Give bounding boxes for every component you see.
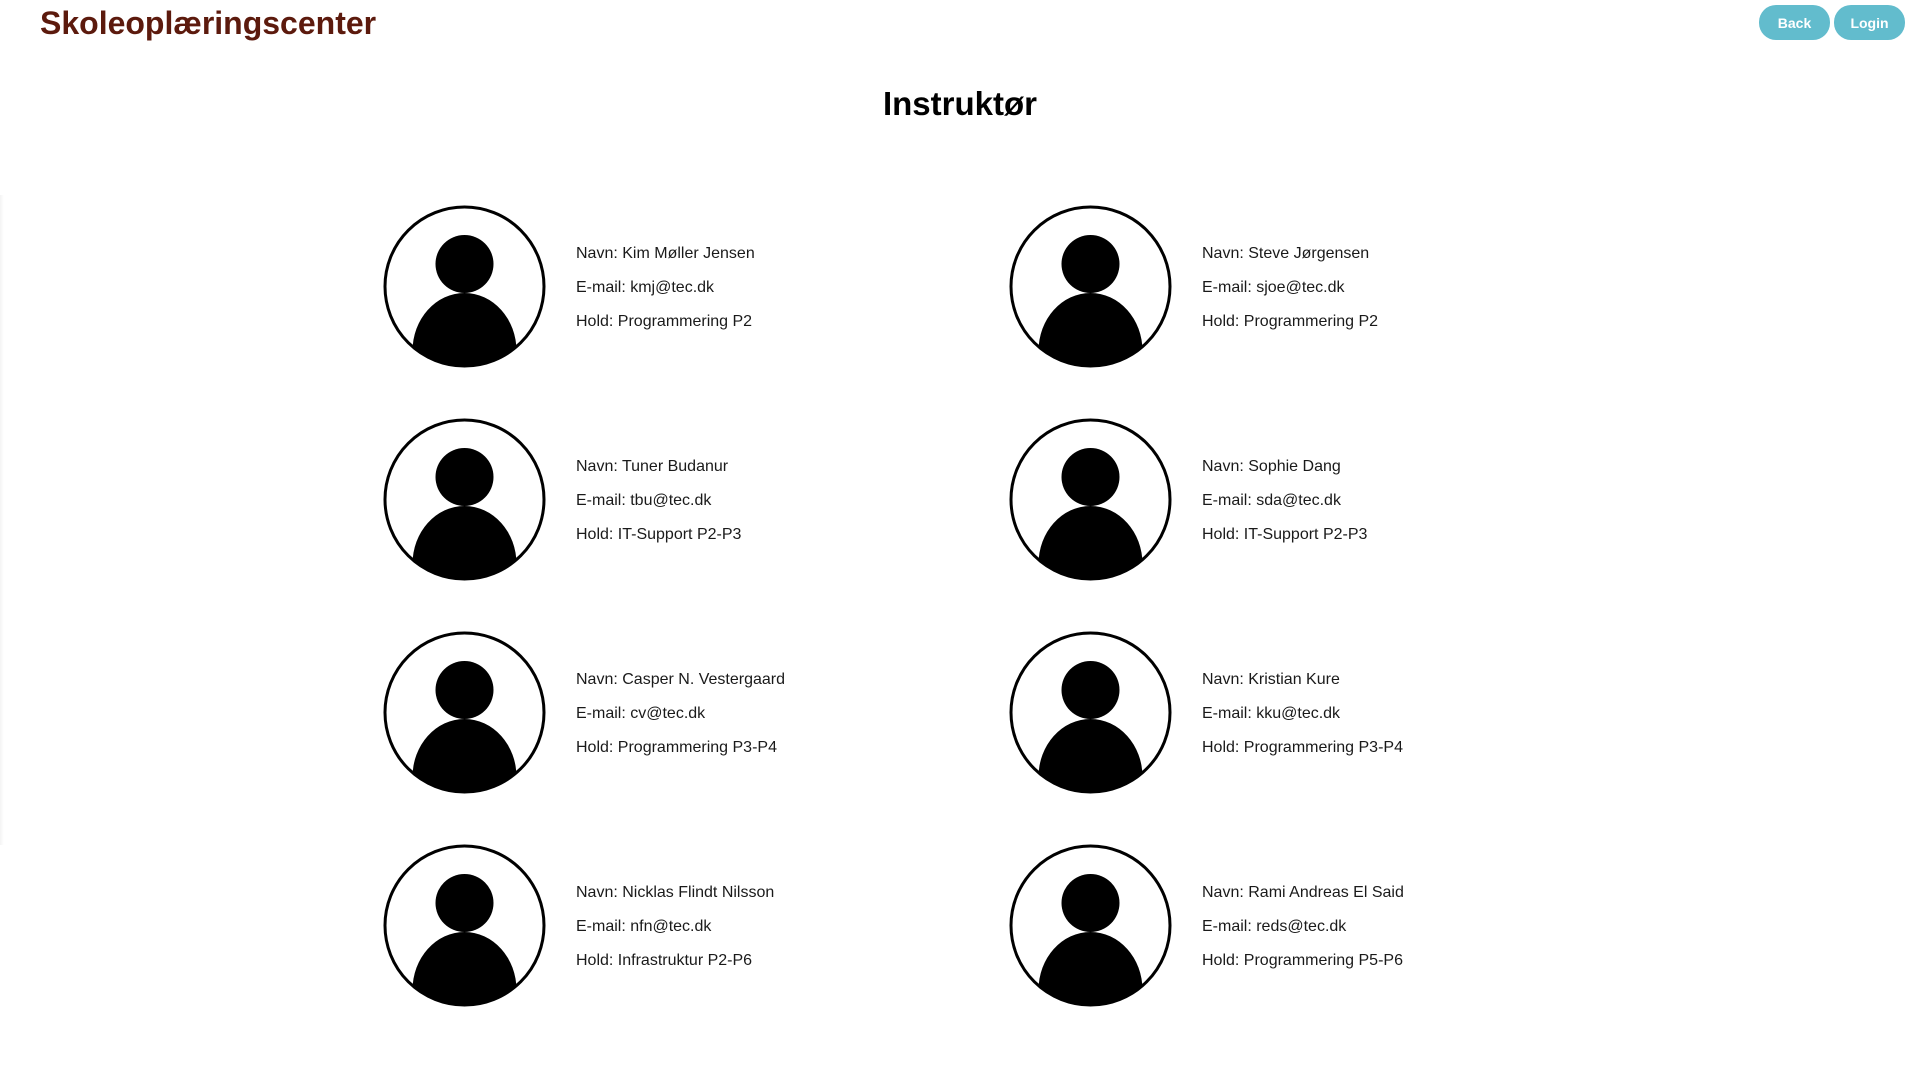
instructor-name: Navn: Sophie Dang xyxy=(1202,458,1341,475)
instructor-team: Hold: IT-Support P2-P3 xyxy=(1202,526,1368,543)
instructor-card: Navn: Nicklas Flindt Nilsson E-mail: nfn… xyxy=(383,844,1009,1057)
instructor-card: Navn: Rami Andreas El Said E-mail: reds@… xyxy=(1009,844,1635,1057)
nav-buttons: Back Login xyxy=(1759,5,1905,40)
instructor-team: Hold: Programmering P3-P4 xyxy=(1202,739,1403,756)
instructor-team: Hold: Infrastruktur P2-P6 xyxy=(576,952,753,969)
user-avatar-icon xyxy=(383,631,546,794)
left-edge-shadow xyxy=(0,195,4,845)
instructor-name: Navn: Kristian Kure xyxy=(1202,671,1340,688)
instructor-email: E-mail: tbu@tec.dk xyxy=(576,492,712,509)
instructor-card: Navn: Tuner Budanur E-mail: tbu@tec.dk H… xyxy=(383,418,1009,631)
instructor-team: Hold: Programmering P2 xyxy=(1202,313,1379,330)
instructor-info: Navn: Kim Møller Jensen E-mail: kmj@tec.… xyxy=(576,237,755,339)
instructor-info: Navn: Sophie Dang E-mail: sda@tec.dk Hol… xyxy=(1202,450,1367,552)
user-avatar-icon xyxy=(383,205,546,368)
user-avatar-icon xyxy=(1009,844,1172,1007)
page: Skoleoplæringscenter Back Login Instrukt… xyxy=(0,0,1920,1080)
instructor-team: Hold: IT-Support P2-P3 xyxy=(576,526,742,543)
user-avatar-icon xyxy=(1009,205,1172,368)
page-title: Instruktør xyxy=(882,85,1037,122)
instructor-team: Hold: Programmering P3-P4 xyxy=(576,739,777,756)
instructor-name: Navn: Casper N. Vestergaard xyxy=(576,671,785,688)
instructor-info: Navn: Rami Andreas El Said E-mail: reds@… xyxy=(1202,876,1404,978)
site-title[interactable]: Skoleoplæringscenter xyxy=(40,4,376,42)
instructor-name: Navn: Nicklas Flindt Nilsson xyxy=(576,884,775,901)
instructor-email: E-mail: reds@tec.dk xyxy=(1202,918,1347,935)
instructor-card: Navn: Sophie Dang E-mail: sda@tec.dk Hol… xyxy=(1009,418,1635,631)
instructor-email: E-mail: sda@tec.dk xyxy=(1202,492,1341,509)
user-avatar-icon xyxy=(383,844,546,1007)
instructor-card: Navn: Steve Jørgensen E-mail: sjoe@tec.d… xyxy=(1009,205,1635,418)
instructor-team: Hold: Programmering P5-P6 xyxy=(1202,952,1403,969)
instructor-card: Navn: Kristian Kure E-mail: kku@tec.dk H… xyxy=(1009,631,1635,844)
instructor-name: Navn: Rami Andreas El Said xyxy=(1202,884,1404,901)
instructor-email: E-mail: sjoe@tec.dk xyxy=(1202,279,1345,296)
instructor-email: E-mail: nfn@tec.dk xyxy=(576,918,712,935)
instructor-name: Navn: Kim Møller Jensen xyxy=(576,245,755,262)
user-avatar-icon xyxy=(1009,631,1172,794)
instructor-info: Navn: Nicklas Flindt Nilsson E-mail: nfn… xyxy=(576,876,774,978)
login-button[interactable]: Login xyxy=(1834,5,1905,40)
instructor-team: Hold: Programmering P2 xyxy=(576,313,753,330)
instructor-name: Navn: Steve Jørgensen xyxy=(1202,245,1370,262)
instructor-info: Navn: Casper N. Vestergaard E-mail: cv@t… xyxy=(576,663,785,765)
instructor-email: E-mail: cv@tec.dk xyxy=(576,705,706,722)
instructor-email: E-mail: kku@tec.dk xyxy=(1202,705,1341,722)
instructor-info: Navn: Tuner Budanur E-mail: tbu@tec.dk H… xyxy=(576,450,741,552)
instructor-info: Navn: Kristian Kure E-mail: kku@tec.dk H… xyxy=(1202,663,1403,765)
instructor-name: Navn: Tuner Budanur xyxy=(576,458,729,475)
instructor-grid: Navn: Kim Møller Jensen E-mail: kmj@tec.… xyxy=(383,205,1635,1057)
user-avatar-icon xyxy=(383,418,546,581)
instructor-email: E-mail: kmj@tec.dk xyxy=(576,279,715,296)
instructor-info: Navn: Steve Jørgensen E-mail: sjoe@tec.d… xyxy=(1202,237,1378,339)
user-avatar-icon xyxy=(1009,418,1172,581)
instructor-card: Navn: Kim Møller Jensen E-mail: kmj@tec.… xyxy=(383,205,1009,418)
back-button[interactable]: Back xyxy=(1759,5,1830,40)
instructor-card: Navn: Casper N. Vestergaard E-mail: cv@t… xyxy=(383,631,1009,844)
